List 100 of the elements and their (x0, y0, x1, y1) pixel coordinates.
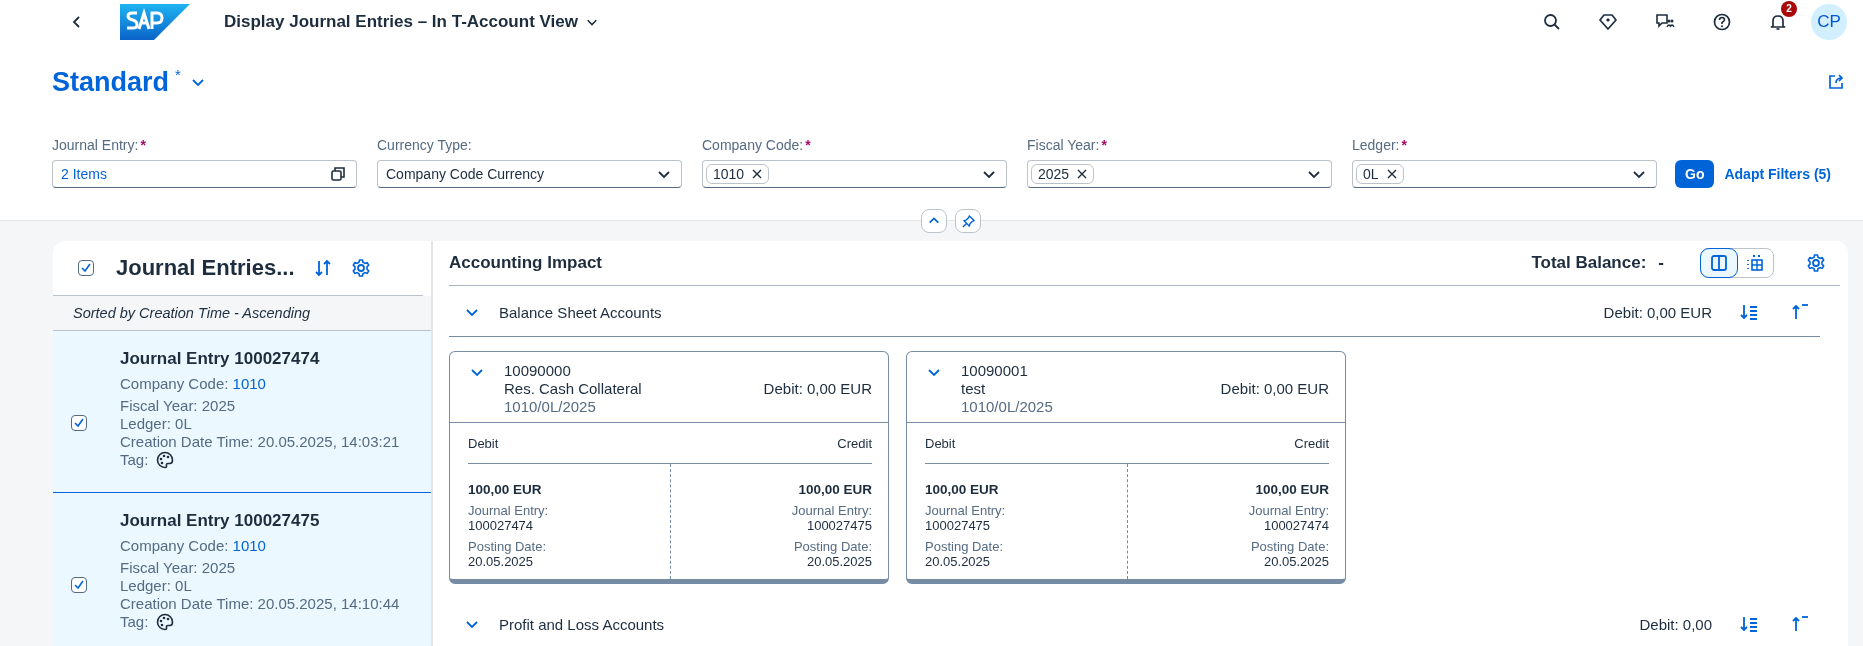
field-label: Journal Entry: (1248, 503, 1329, 518)
account-number: 10090001 (961, 362, 1029, 380)
journal-entry-number: 100027474 (1263, 518, 1329, 533)
field-label: Journal Entry: (925, 503, 1007, 518)
sort-ascending-icon[interactable] (1790, 302, 1810, 322)
posting-amount: 100,00 EUR (925, 482, 1000, 497)
account-name: Res. Cash Collateral (504, 380, 643, 398)
entry-title: Journal Entry 100027474 (120, 349, 321, 369)
required-mark: * (1101, 137, 1107, 153)
close-icon[interactable] (1386, 169, 1397, 179)
checkbox[interactable] (78, 260, 94, 276)
ledger-text: Ledger: 0L (120, 577, 193, 595)
section-balance: Debit: 0,00 (1639, 615, 1712, 633)
diamond-icon[interactable] (1599, 13, 1617, 31)
sort-icon[interactable] (312, 258, 333, 278)
section-balance: Debit: 0,00 EUR (1603, 303, 1712, 321)
copy-icon[interactable] (330, 166, 346, 182)
filter-label: Currency Type: (377, 137, 472, 153)
app-title-menu[interactable]: Display Journal Entries – In T-Account View (224, 12, 598, 32)
select-field[interactable]: Company Code Currency (377, 160, 682, 188)
account-key: 1010/0L/2025 (961, 398, 1201, 416)
search-icon[interactable] (1543, 13, 1561, 31)
account-key: 1010/0L/2025 (504, 398, 744, 416)
total-balance-value: - (1658, 253, 1664, 273)
account-balance: Debit: 0,00 EUR (1220, 380, 1329, 397)
filter-label: Fiscal Year: (1027, 137, 1100, 153)
required-mark: * (140, 137, 146, 153)
logo-icon[interactable] (120, 4, 190, 40)
split-view-button[interactable] (1701, 249, 1737, 277)
token-input-field[interactable]: 0L (1352, 160, 1657, 188)
fiscal-year-text: Fiscal Year: 2025 (120, 559, 237, 577)
company-code-link[interactable]: 1010 (232, 375, 266, 392)
section-title: Profit and Loss Accounts (499, 615, 665, 633)
debit-header: Debit (468, 435, 499, 451)
field-label: Journal Entry: (468, 503, 550, 518)
credit-header: Credit (837, 435, 872, 451)
panel-title: Accounting Impact (449, 253, 602, 273)
token[interactable]: 0L (1356, 164, 1404, 184)
creation-date-text: Creation Date Time: 20.05.2025, 14:10:44 (120, 595, 400, 613)
posting-amount: 100,00 EUR (798, 482, 872, 497)
posting-amount: 100,00 EUR (468, 482, 543, 497)
journal-entry-number: 100027475 (806, 518, 872, 533)
required-mark: * (1401, 137, 1407, 153)
posting-date: 20.05.2025 (925, 554, 992, 569)
account-name: test (961, 380, 987, 398)
palette-icon[interactable] (156, 451, 175, 469)
field-label: Tag: (120, 451, 149, 469)
table-view-icon (1746, 254, 1764, 272)
posting-amount: 100,00 EUR (1255, 482, 1329, 497)
share-icon[interactable] (1827, 73, 1845, 91)
journal-entry-item[interactable]: Journal Entry 100027475 Company Code: 1010 Fiscal Year: 2025 Ledger: 0L Creation Date Time: 20.05.2025, 14:10:44 Tag: (53, 493, 431, 646)
notification-bell-icon[interactable] (1769, 13, 1787, 31)
field-label: Tag: (120, 613, 149, 631)
pin-header-button[interactable] (955, 209, 981, 233)
sort-descending-icon[interactable] (1740, 614, 1760, 634)
sort-descending-icon[interactable] (1740, 302, 1760, 322)
posting-date: 20.05.2025 (806, 554, 872, 569)
journal-entry-item[interactable]: Journal Entry 100027474 Company Code: 1010 Fiscal Year: 2025 Ledger: 0L Creation Date Time: 20.05.2025, 14:03:21 Tag: (53, 331, 431, 493)
account-balance: Debit: 0,00 EUR (763, 380, 872, 397)
sort-ascending-icon[interactable] (1790, 614, 1810, 634)
filter-label: Journal Entry: (52, 137, 139, 153)
filter-label: Company Code: (702, 137, 804, 153)
journal-entry-number: 100027474 (468, 518, 535, 533)
field-label: Journal Entry: (791, 503, 872, 518)
palette-icon[interactable] (156, 613, 175, 631)
token-input-field[interactable]: 1010 (702, 160, 1007, 188)
chat-people-icon[interactable] (1655, 13, 1675, 31)
journal-entry-number: 100027475 (925, 518, 992, 533)
user-avatar[interactable]: CP (1811, 4, 1847, 40)
company-code-link[interactable]: 1010 (232, 537, 266, 554)
variant-title[interactable]: Standard (52, 66, 170, 98)
field-label: Posting Date: (793, 539, 872, 554)
field-label: Posting Date: (468, 539, 548, 554)
section-title: Balance Sheet Accounts (499, 303, 662, 321)
adapt-filters-button[interactable]: Adapt Filters (5) (1724, 160, 1832, 188)
go-button[interactable]: Go (1675, 160, 1715, 188)
required-mark: * (805, 137, 811, 153)
fiscal-year-text: Fiscal Year: 2025 (120, 397, 237, 415)
checkbox[interactable] (71, 414, 87, 431)
pin-icon (961, 214, 975, 228)
field-label: Company Code: (120, 537, 229, 554)
close-icon[interactable] (752, 169, 763, 179)
token[interactable]: 2025 (1031, 164, 1095, 184)
help-icon[interactable] (1713, 13, 1731, 31)
modified-mark: * (175, 66, 181, 83)
split-view-icon (1710, 254, 1728, 272)
posting-date: 20.05.2025 (468, 554, 535, 569)
checkbox[interactable] (71, 576, 87, 593)
field-label: Posting Date: (1250, 539, 1329, 554)
field-label: Company Code: (120, 375, 229, 392)
field-label: Posting Date: (925, 539, 1005, 554)
settings-icon[interactable] (1806, 253, 1826, 273)
token-input-field[interactable]: 2025 (1027, 160, 1332, 188)
token[interactable]: 1010 (706, 164, 770, 184)
posting-date: 20.05.2025 (1263, 554, 1329, 569)
close-icon[interactable] (1077, 169, 1088, 179)
collapse-header-button[interactable] (921, 209, 947, 233)
settings-icon[interactable] (350, 258, 371, 278)
value-help-field[interactable]: 2 Items (52, 160, 357, 188)
list-title: Journal Entries... (116, 255, 295, 281)
